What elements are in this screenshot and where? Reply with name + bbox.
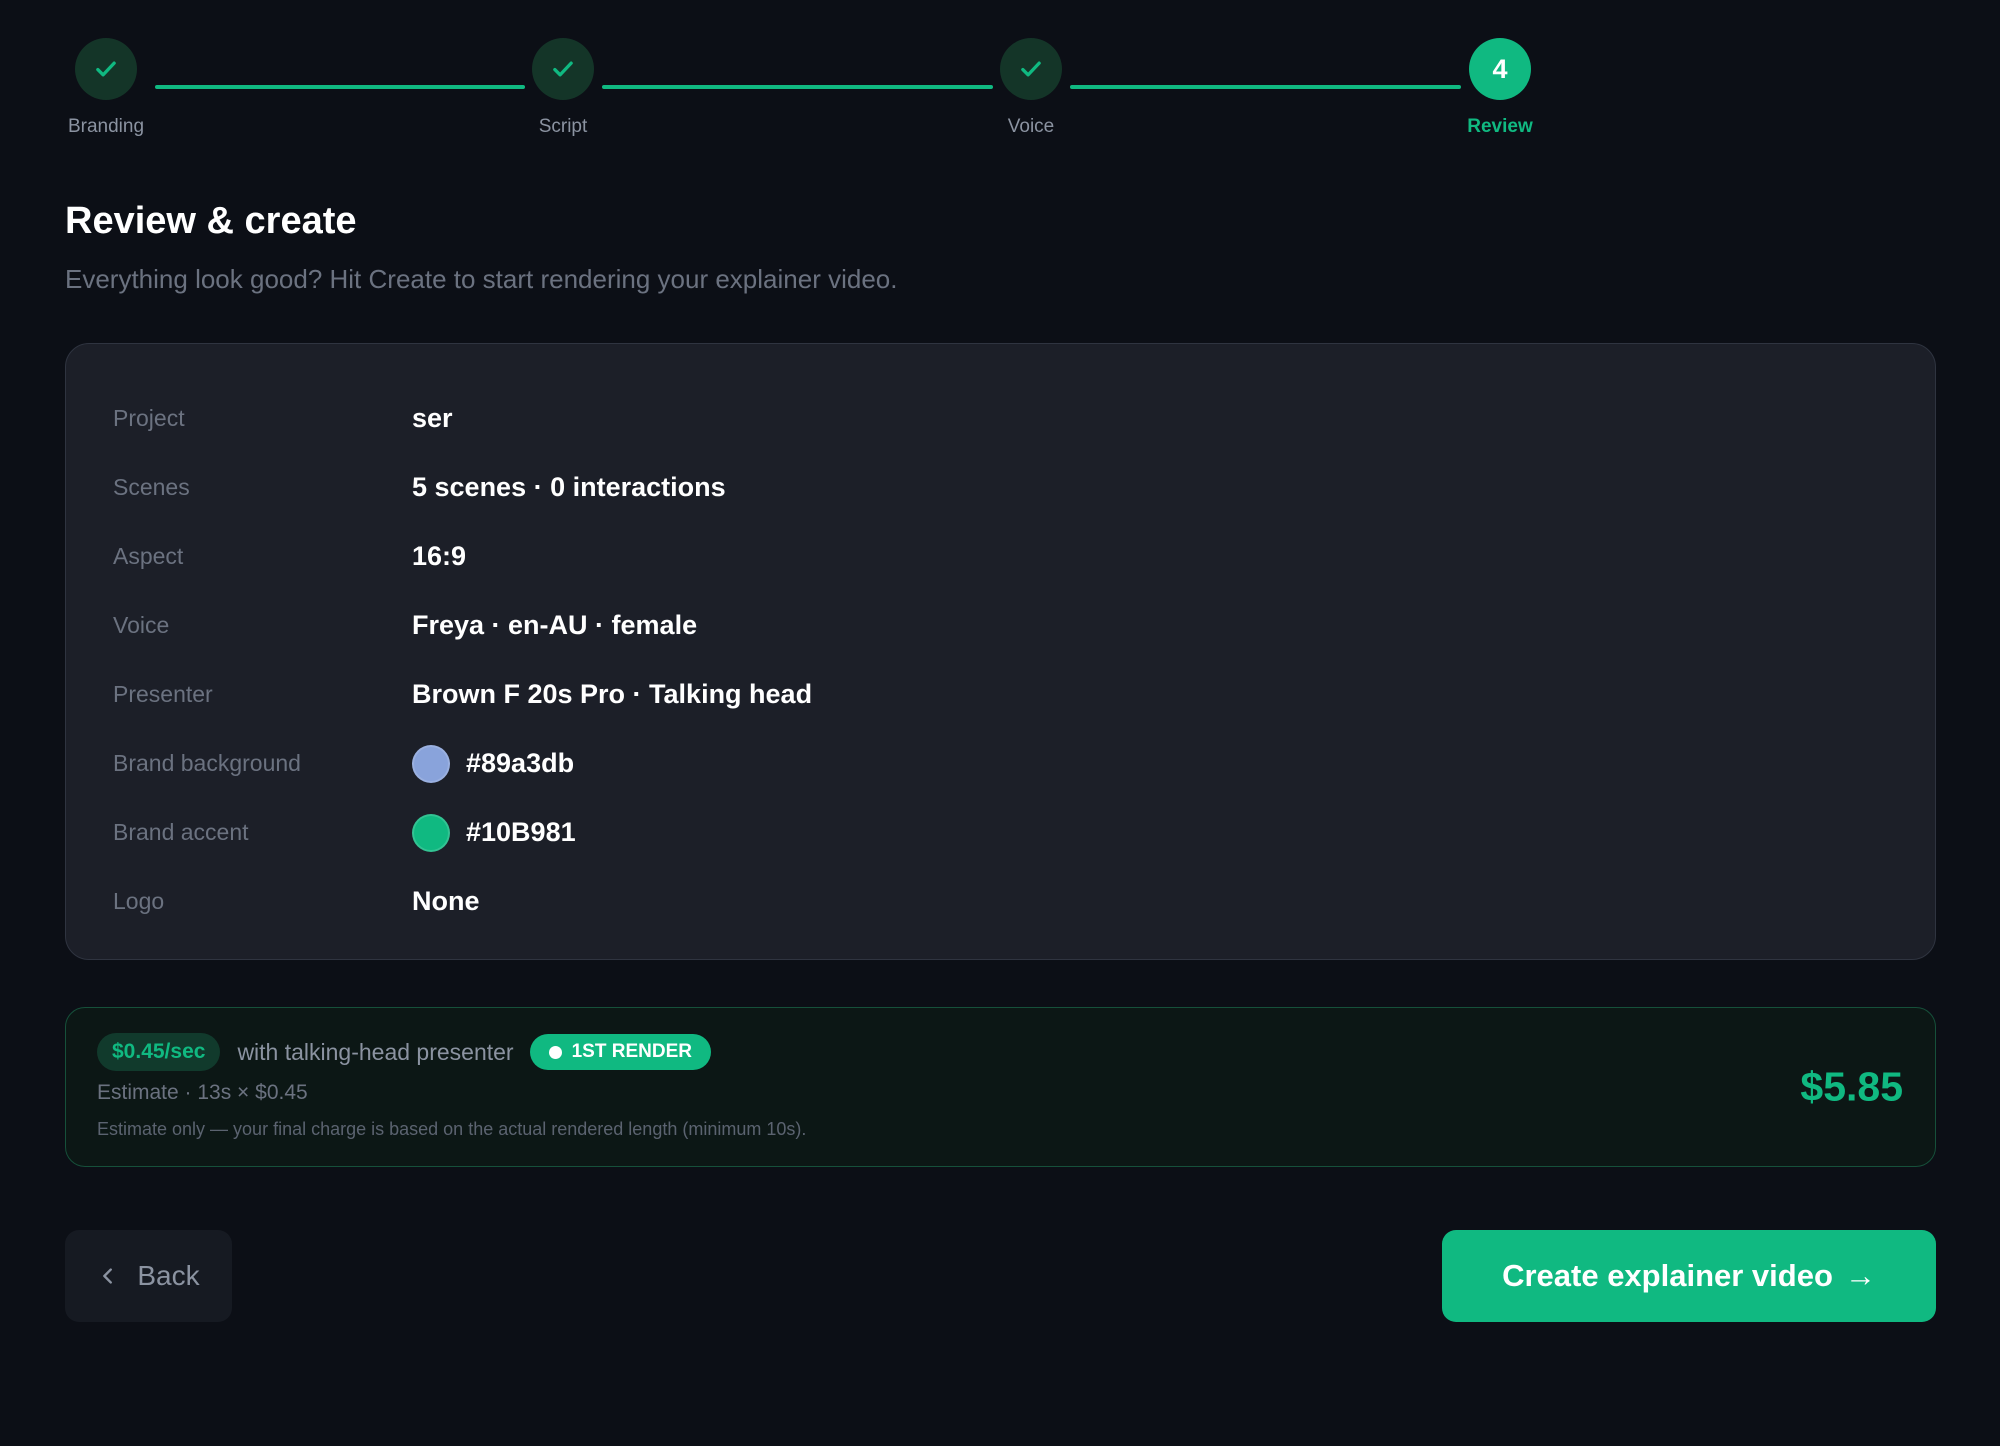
summary-value: None	[412, 886, 480, 916]
page-subtitle: Everything look good? Hit Create to star…	[65, 264, 898, 294]
badge-label: 1ST RENDER	[571, 1041, 692, 1062]
wizard-stepper: Branding Script Voice 4 Review	[0, 0, 2000, 150]
step-label: Script	[538, 116, 588, 137]
rate-description: with talking-head presenter	[237, 1038, 514, 1065]
price-line: $0.45/sec with talking-head presenter 1S…	[97, 1032, 1904, 1072]
check-icon	[75, 38, 137, 100]
summary-row-logo: Logo None	[113, 867, 1888, 936]
estimate-note: Estimate only — your final charge is bas…	[97, 1119, 807, 1139]
summary-key: Brand accent	[113, 819, 249, 845]
summary-value: 16:9	[412, 541, 467, 571]
chevron-left-icon	[103, 1268, 113, 1284]
page-title: Review & create	[65, 200, 357, 242]
step-label: Review	[1467, 116, 1533, 137]
summary-key: Scenes	[113, 474, 190, 500]
summary-key: Voice	[113, 612, 170, 638]
step-connector	[1070, 85, 1461, 89]
summary-key: Presenter	[113, 681, 213, 707]
summary-card: Project ser Scenes 5 scenes · 0 interact…	[65, 343, 1936, 960]
color-hex: #89a3db	[466, 748, 575, 778]
rate-pill: $0.45/sec	[97, 1033, 221, 1071]
summary-row-scenes: Scenes 5 scenes · 0 interactions	[113, 453, 1888, 522]
summary-row-aspect: Aspect 16:9	[113, 522, 1888, 591]
check-icon	[1000, 38, 1062, 100]
create-button-label: Create explainer video	[1502, 1258, 1833, 1293]
summary-row-brand-background: Brand background #89a3db	[113, 729, 1888, 798]
back-button-label: Back	[137, 1260, 200, 1291]
pricing-card: $0.45/sec with talking-head presenter 1S…	[65, 1007, 1936, 1167]
summary-value: Brown F 20s Pro · Talking head	[412, 679, 813, 709]
first-render-badge: 1ST RENDER	[529, 1034, 711, 1070]
review-page: Branding Script Voice 4 Review Review & …	[0, 0, 2000, 1446]
summary-value: ser	[412, 403, 453, 433]
step-review[interactable]: 4 Review	[1420, 38, 1580, 138]
step-number: 4	[1469, 38, 1531, 100]
create-explainer-video-button[interactable]: Create explainer video →	[1442, 1230, 1936, 1322]
summary-value: Freya · en-AU · female	[412, 610, 698, 640]
summary-row-project: Project ser	[113, 384, 1888, 453]
arrow-right-icon: →	[1844, 1258, 1876, 1293]
dot-icon	[548, 1045, 562, 1059]
summary-key: Aspect	[113, 543, 184, 569]
summary-row-presenter: Presenter Brown F 20s Pro · Talking head	[113, 660, 1888, 729]
step-connector	[155, 85, 525, 89]
back-button[interactable]: Back	[65, 1230, 232, 1322]
summary-key: Logo	[113, 888, 165, 914]
color-swatch	[412, 744, 450, 783]
summary-key: Brand background	[113, 750, 301, 776]
step-label: Voice	[1007, 116, 1055, 137]
step-branding[interactable]: Branding	[26, 38, 186, 138]
summary-row-voice: Voice Freya · en-AU · female	[113, 591, 1888, 660]
summary-value: #10B981	[412, 813, 576, 852]
color-hex: #10B981	[466, 817, 576, 847]
estimate-breakdown: Estimate · 13s × $0.45	[97, 1081, 308, 1104]
estimate-total: $5.85	[1800, 1063, 1903, 1110]
color-swatch	[412, 813, 450, 852]
summary-row-brand-accent: Brand accent #10B981	[113, 798, 1888, 867]
step-label: Branding	[67, 116, 145, 137]
step-voice[interactable]: Voice	[951, 38, 1111, 138]
step-script[interactable]: Script	[483, 38, 643, 138]
step-connector	[602, 85, 993, 89]
summary-value: 5 scenes · 0 interactions	[412, 472, 726, 502]
check-icon	[532, 38, 594, 100]
summary-key: Project	[113, 405, 185, 431]
summary-value: #89a3db	[412, 744, 575, 783]
